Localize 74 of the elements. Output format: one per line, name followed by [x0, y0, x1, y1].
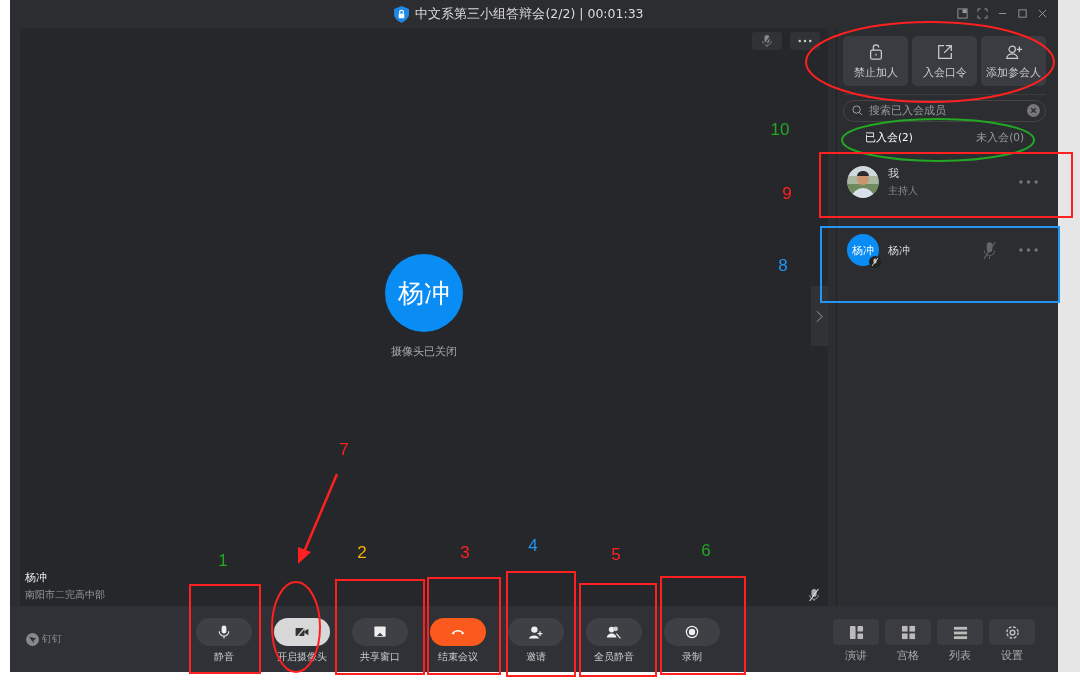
add-user-icon: [528, 624, 544, 640]
camera-off-caption: 摄像头已关闭: [391, 344, 457, 359]
search-icon: [852, 105, 863, 116]
chevron-right-icon: [816, 309, 823, 323]
view-label: 演讲: [845, 649, 867, 663]
toolbar-button[interactable]: [274, 618, 330, 646]
view-button[interactable]: [989, 619, 1035, 645]
annotation-number: 8: [778, 256, 788, 275]
close-icon[interactable]: [1037, 8, 1048, 19]
member-row[interactable]: 杨冲 杨冲: [843, 222, 1046, 290]
users-muted-icon: [606, 624, 622, 640]
avatar: 杨冲: [385, 254, 463, 332]
mute-button[interactable]: [752, 32, 782, 50]
toolbar-label: 结束会议: [438, 650, 478, 664]
microphone-icon: [216, 624, 232, 640]
list-icon: [952, 624, 968, 640]
action-button[interactable]: 禁止加人: [843, 36, 908, 86]
toolbar-button[interactable]: [664, 618, 720, 646]
screen-share-icon: [372, 624, 388, 640]
more-icon: [798, 39, 812, 43]
window-title: 中文系第三小组答辩会(2/2) | 00:01:33: [415, 5, 644, 23]
view-button[interactable]: [937, 619, 983, 645]
view-label: 设置: [1001, 649, 1023, 663]
record-icon: [684, 624, 700, 640]
avatar: 杨冲: [847, 234, 879, 266]
speaker-organization: 南阳市二完高中部: [25, 588, 105, 602]
settings-icon: [1004, 624, 1020, 640]
action-button[interactable]: 入会口令: [912, 36, 977, 86]
picture-in-picture-icon[interactable]: [957, 8, 968, 19]
view-label: 宫格: [897, 649, 919, 663]
clear-icon[interactable]: [1027, 104, 1040, 117]
annotation-number: 10: [770, 120, 790, 139]
annotation-number: 4: [528, 536, 538, 555]
toolbar-label: 录制: [682, 650, 702, 664]
brand-logo-icon: [26, 632, 39, 646]
toolbar-button[interactable]: [352, 618, 408, 646]
shield-icon: [394, 5, 410, 23]
annotation-number: 3: [460, 543, 470, 562]
view-button[interactable]: [833, 619, 879, 645]
action-button[interactable]: 添加参会人: [981, 36, 1046, 86]
toolbar-button[interactable]: [196, 618, 252, 646]
more-icon[interactable]: [1019, 180, 1038, 184]
collapse-panel-button[interactable]: [811, 286, 828, 346]
member-name: 我: [888, 166, 900, 181]
annotation-number: 7: [339, 440, 349, 459]
toolbar-label: 共享窗口: [360, 650, 400, 664]
search-field[interactable]: 搜索已入会成员: [843, 99, 1046, 122]
member-role: 主持人: [888, 184, 919, 198]
member-tab[interactable]: 已入会(2): [865, 131, 913, 145]
brand-name: 钉钉: [42, 632, 62, 646]
member-row[interactable]: 我 主持人: [843, 154, 1046, 222]
member-name: 杨冲: [888, 242, 911, 258]
annotation-number: 1: [218, 551, 228, 570]
more-icon[interactable]: [1019, 248, 1038, 252]
member-tab[interactable]: 未入会(0): [976, 131, 1024, 145]
annotation-number: 2: [357, 543, 367, 562]
annotation-number: 5: [611, 545, 621, 564]
speaker-name: 杨冲: [25, 571, 48, 585]
grid-icon: [900, 624, 916, 640]
toolbar-label: 全员静音: [594, 650, 634, 664]
view-label: 列表: [949, 649, 971, 663]
toolbar-button[interactable]: [586, 618, 642, 646]
muted-mic-icon: [761, 34, 773, 48]
more-button[interactable]: [790, 32, 820, 50]
layout-icon: [848, 624, 864, 640]
view-button[interactable]: [885, 619, 931, 645]
annotation-number: 9: [782, 184, 792, 203]
toolbar-label: 静音: [214, 650, 234, 664]
toolbar-button[interactable]: [508, 618, 564, 646]
maximize-icon[interactable]: [1017, 8, 1028, 19]
toolbar-label: 邀请: [526, 650, 546, 664]
share-icon: [935, 42, 954, 61]
fullscreen-icon[interactable]: [977, 8, 988, 19]
annotation-number: 6: [701, 541, 711, 560]
